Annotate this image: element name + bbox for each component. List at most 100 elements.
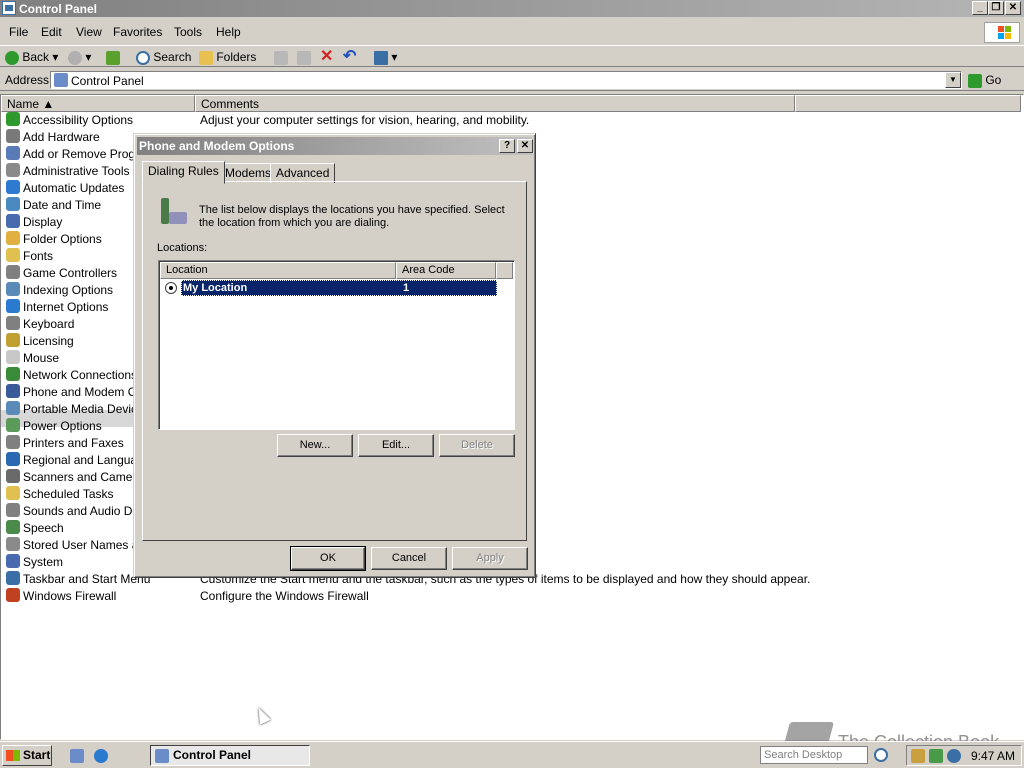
list-item[interactable]: Indexing Options: [6, 282, 113, 299]
list-item[interactable]: Scheduled Tasks: [6, 486, 114, 503]
column-header-area-code[interactable]: Area Code: [396, 262, 496, 279]
cancel-button[interactable]: Cancel: [371, 547, 447, 570]
folders-button[interactable]: Folders: [199, 48, 256, 66]
tab-advanced[interactable]: Advanced: [270, 163, 336, 183]
list-item[interactable]: Regional and Language: [6, 452, 150, 469]
list-item[interactable]: Game Controllers: [6, 265, 117, 282]
list-item[interactable]: Portable Media Devices: [6, 401, 150, 418]
menu-bar: File Edit View Favorites Tools Help: [0, 22, 1024, 43]
tab-modems[interactable]: Modems: [219, 163, 278, 183]
dialog-close-button[interactable]: ✕: [517, 139, 533, 153]
taskbar-button-control-panel[interactable]: Control Panel: [150, 745, 310, 766]
list-item[interactable]: Speech: [6, 520, 64, 537]
move-to-icon: [274, 50, 288, 65]
list-item[interactable]: Folder Options: [6, 231, 102, 248]
list-item[interactable]: Accessibility Options: [6, 112, 133, 129]
restore-button[interactable]: ❐: [988, 1, 1004, 15]
list-item[interactable]: Fonts: [6, 248, 53, 265]
list-item-label: Power Options: [23, 419, 102, 433]
column-header-name[interactable]: Name ▲: [1, 95, 195, 112]
search-icon: [136, 50, 150, 65]
applet-icon: [6, 163, 20, 177]
applet-icon: [6, 248, 20, 262]
list-item[interactable]: Administrative Tools: [6, 163, 130, 180]
list-item[interactable]: Stored User Names and: [6, 537, 152, 554]
list-item[interactable]: Sounds and Audio Dev: [6, 503, 145, 520]
back-arrow-icon: [5, 50, 19, 65]
ok-button[interactable]: OK: [290, 546, 366, 571]
close-button[interactable]: ✕: [1005, 1, 1021, 15]
list-item[interactable]: Automatic Updates: [6, 180, 124, 197]
list-item-label: Network Connections: [23, 368, 138, 382]
address-dropdown-button[interactable]: ▼: [945, 72, 961, 88]
up-button[interactable]: [106, 48, 120, 66]
list-item[interactable]: Mouse: [6, 350, 59, 367]
list-item[interactable]: System: [6, 554, 63, 571]
menu-tools[interactable]: Tools: [174, 25, 202, 39]
list-item[interactable]: Windows Firewall: [6, 588, 116, 605]
dialog-titlebar[interactable]: Phone and Modem Options ? ✕: [137, 137, 533, 155]
clock: 9:47 AM: [970, 749, 1015, 763]
desktop-search-input[interactable]: Search Desktop: [760, 746, 868, 764]
address-field[interactable]: Control Panel ▼: [50, 71, 962, 89]
menu-view[interactable]: View: [76, 25, 102, 39]
column-header-location[interactable]: Location: [160, 262, 396, 279]
tray-search-icon[interactable]: [947, 749, 961, 763]
list-item-label: Add or Remove Progra: [23, 147, 146, 161]
address-bar: Address Control Panel ▼ Go: [0, 69, 1024, 91]
list-item-label: Automatic Updates: [23, 181, 125, 195]
list-item[interactable]: Scanners and Cameras: [6, 469, 149, 486]
menu-edit[interactable]: Edit: [41, 25, 62, 39]
menu-file[interactable]: File: [9, 25, 28, 39]
list-item-label: Taskbar and Start Menu: [23, 572, 151, 586]
location-name: My Location: [183, 282, 248, 294]
list-item[interactable]: Taskbar and Start Menu: [6, 571, 150, 588]
list-item[interactable]: Network Connections: [6, 367, 137, 384]
quick-launch-desktop-icon[interactable]: [70, 749, 84, 763]
new-button[interactable]: New...: [277, 434, 353, 457]
list-item[interactable]: Add or Remove Progra: [6, 146, 146, 163]
menu-help[interactable]: Help: [216, 25, 241, 39]
location-row[interactable]: My Location 1: [161, 280, 497, 296]
list-item-label: Scanners and Cameras: [23, 470, 150, 484]
list-item[interactable]: Internet Options: [6, 299, 108, 316]
list-item[interactable]: Add Hardware: [6, 129, 100, 146]
start-button[interactable]: Start: [2, 745, 52, 766]
back-button[interactable]: Back ▾: [5, 48, 58, 66]
help-button[interactable]: ?: [499, 139, 515, 153]
edit-button[interactable]: Edit...: [358, 434, 434, 457]
applet-icon: [6, 112, 20, 126]
list-item[interactable]: Phone and Modem Opt: [6, 384, 147, 401]
window-titlebar[interactable]: Control Panel _ ❐ ✕: [0, 0, 1024, 17]
tab-dialing-rules[interactable]: Dialing Rules: [142, 161, 225, 184]
list-item[interactable]: Keyboard: [6, 316, 74, 333]
list-item[interactable]: Printers and Faxes: [6, 435, 124, 452]
column-header-comments[interactable]: Comments: [195, 95, 795, 112]
quick-launch-ie-icon[interactable]: [94, 749, 108, 763]
list-item[interactable]: Licensing: [6, 333, 74, 350]
forward-button[interactable]: ▾: [68, 48, 91, 66]
minimize-button[interactable]: _: [972, 1, 988, 15]
move-to-button[interactable]: [274, 48, 288, 66]
delete-button[interactable]: Delete: [439, 434, 515, 457]
search-icon[interactable]: [874, 748, 888, 762]
tray-update-icon[interactable]: [929, 749, 943, 763]
go-button[interactable]: Go: [968, 71, 1001, 89]
undo-button[interactable]: ↶: [343, 48, 356, 66]
apply-button[interactable]: Apply: [452, 547, 528, 570]
list-item-label: Add Hardware: [23, 130, 100, 144]
views-button[interactable]: ▾: [374, 48, 397, 66]
search-button[interactable]: Search: [136, 48, 191, 66]
list-item-label: Mouse: [23, 351, 60, 365]
control-panel-icon: [155, 749, 169, 763]
list-item[interactable]: Date and Time: [6, 197, 101, 214]
phone-modem-dialog[interactable]: Phone and Modem Options ? ✕ Dialing Rule…: [133, 133, 536, 578]
menu-favorites[interactable]: Favorites: [113, 25, 162, 39]
list-item[interactable]: Display: [6, 214, 62, 231]
delete-toolbar-button[interactable]: ✕: [320, 48, 333, 66]
tray-network-icon[interactable]: [911, 749, 925, 763]
copy-to-button[interactable]: [297, 48, 311, 66]
location-radio-icon[interactable]: [165, 282, 177, 294]
locations-list[interactable]: Location Area Code My Location 1: [158, 260, 515, 430]
list-item[interactable]: Power Options: [6, 418, 102, 435]
